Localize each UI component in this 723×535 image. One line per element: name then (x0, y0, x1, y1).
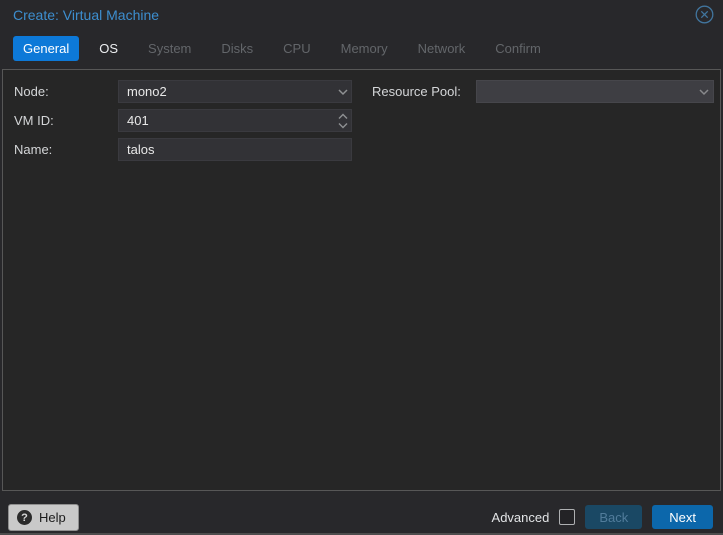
vmid-label: VM ID: (14, 113, 54, 128)
general-form-panel: Node: VM ID: Name: Resource Pool: (2, 69, 721, 491)
tab-memory[interactable]: Memory (331, 36, 398, 61)
name-label: Name: (14, 142, 52, 157)
vmid-spinner-up-icon[interactable] (337, 112, 349, 121)
resource-pool-combobox[interactable] (476, 80, 714, 103)
dialog-titlebar: Create: Virtual Machine (0, 0, 723, 30)
node-label: Node: (14, 84, 49, 99)
tab-cpu[interactable]: CPU (273, 36, 320, 61)
vmid-spinner-field[interactable] (118, 109, 352, 132)
create-vm-dialog: Create: Virtual Machine General OS Syste… (0, 0, 723, 535)
name-input[interactable] (118, 138, 352, 161)
next-button[interactable]: Next (652, 505, 713, 529)
close-icon[interactable] (695, 5, 714, 24)
help-icon: ? (17, 510, 32, 525)
resource-pool-chevron-down-icon[interactable] (697, 85, 711, 99)
tab-network[interactable]: Network (408, 36, 476, 61)
back-button[interactable]: Back (585, 505, 642, 529)
node-combobox[interactable] (118, 80, 352, 103)
wizard-tab-bar: General OS System Disks CPU Memory Netwo… (13, 36, 551, 61)
tab-disks[interactable]: Disks (211, 36, 263, 61)
tab-system[interactable]: System (138, 36, 201, 61)
resource-pool-label: Resource Pool: (372, 84, 461, 99)
dialog-title: Create: Virtual Machine (13, 7, 159, 23)
advanced-checkbox[interactable] (559, 509, 575, 525)
tab-confirm[interactable]: Confirm (485, 36, 551, 61)
footer-actions: Advanced Back Next (492, 505, 713, 529)
node-chevron-down-icon[interactable] (336, 85, 350, 99)
advanced-label: Advanced (492, 510, 550, 525)
vmid-spinner-down-icon[interactable] (337, 121, 349, 130)
tab-os[interactable]: OS (89, 36, 128, 61)
help-button-label: Help (39, 510, 66, 525)
help-button[interactable]: ? Help (8, 504, 79, 531)
tab-general[interactable]: General (13, 36, 79, 61)
